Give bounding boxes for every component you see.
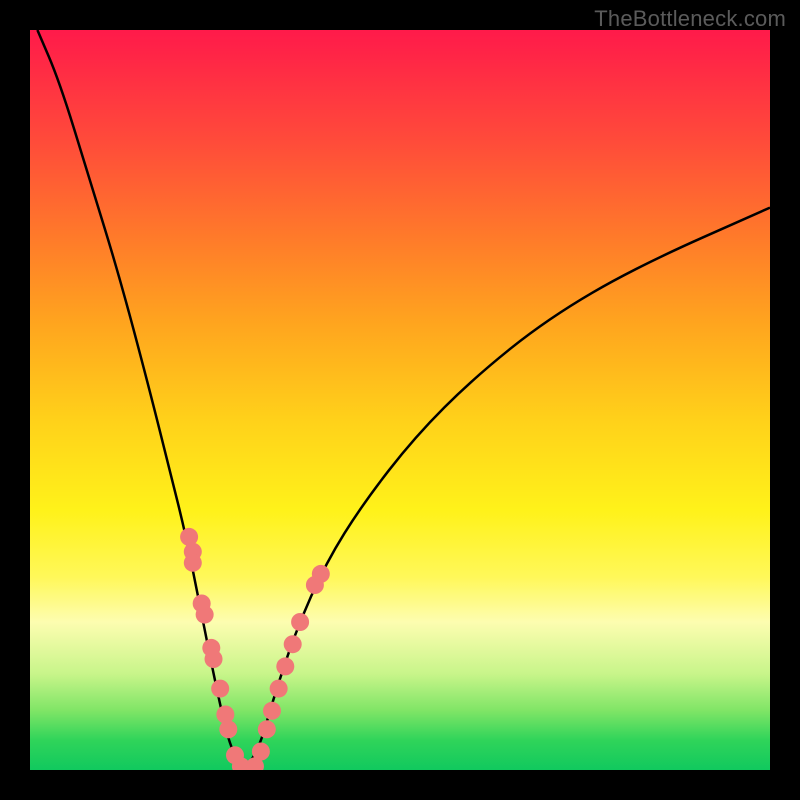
data-point-left-6 <box>205 650 223 668</box>
data-point-left-2 <box>184 554 202 572</box>
data-point-right-3 <box>263 702 281 720</box>
data-point-left-8 <box>216 706 234 724</box>
data-point-right-7 <box>291 613 309 631</box>
bottleneck-curve <box>37 30 770 764</box>
data-point-right-5 <box>276 657 294 675</box>
data-point-left-4 <box>196 606 214 624</box>
data-point-right-2 <box>258 720 276 738</box>
plot-area <box>30 30 770 770</box>
data-point-right-6 <box>284 635 302 653</box>
data-point-right-1 <box>252 743 270 761</box>
data-point-left-9 <box>219 720 237 738</box>
data-point-left-7 <box>211 680 229 698</box>
data-point-right-9 <box>312 565 330 583</box>
data-point-right-4 <box>270 680 288 698</box>
watermark-text: TheBottleneck.com <box>594 6 786 32</box>
curve-layer <box>30 30 770 770</box>
chart-frame: TheBottleneck.com <box>0 0 800 800</box>
